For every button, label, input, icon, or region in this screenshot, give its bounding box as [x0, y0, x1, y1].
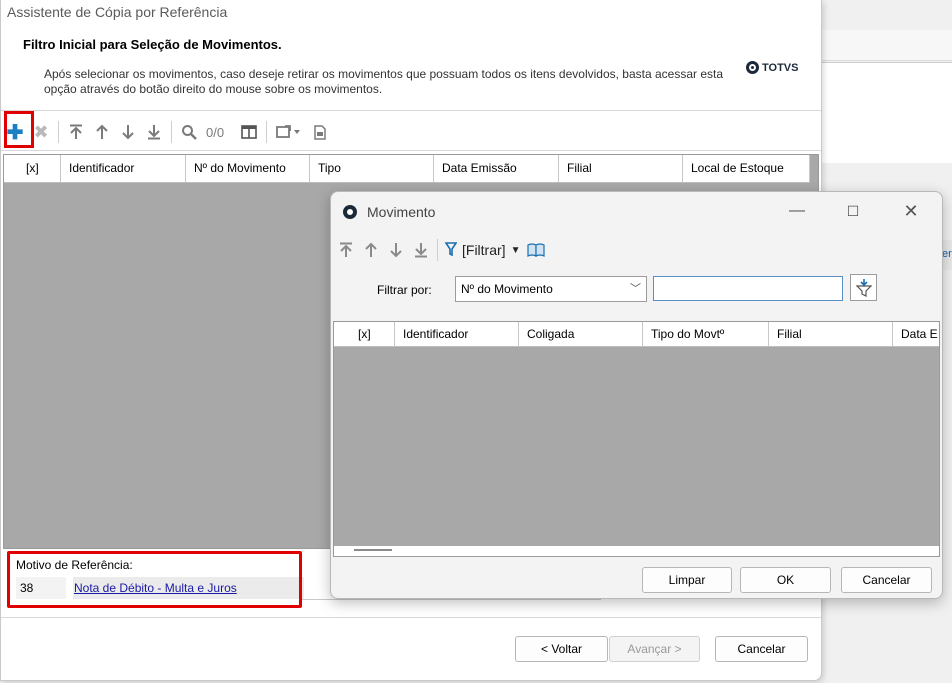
- funnel-icon: [444, 241, 458, 259]
- dialog-title: Movimento: [367, 204, 436, 220]
- move-down-icon[interactable]: [387, 240, 405, 260]
- record-counter: 0/0: [206, 124, 225, 140]
- background-panel: [820, 62, 952, 163]
- chevron-down-icon: ﹀: [630, 283, 641, 295]
- column-header[interactable]: Identificador: [61, 155, 186, 182]
- motivo-highlight-frame: [7, 551, 302, 608]
- brand-logo-icon: [746, 61, 759, 74]
- search-icon[interactable]: [180, 122, 198, 142]
- move-last-icon[interactable]: [145, 122, 163, 142]
- cancel-button[interactable]: Cancelar: [715, 636, 808, 662]
- book-icon[interactable]: [527, 240, 546, 260]
- add-highlight-frame: [4, 111, 34, 148]
- move-first-icon[interactable]: [337, 240, 355, 260]
- column-header[interactable]: Tipo do Movtº: [643, 322, 769, 346]
- background-toolbar: [820, 30, 952, 61]
- footer-divider: [1, 617, 821, 618]
- columns-icon[interactable]: [240, 122, 258, 142]
- horizontal-scrollbar[interactable]: [334, 546, 939, 556]
- column-header[interactable]: Coligada: [519, 322, 643, 346]
- move-first-icon[interactable]: [67, 122, 85, 142]
- filter-field-select[interactable]: Nº do Movimento ﹀: [455, 276, 647, 302]
- column-header[interactable]: [x]: [334, 322, 395, 346]
- column-header[interactable]: Data E: [893, 322, 939, 346]
- back-button[interactable]: < Voltar: [515, 636, 608, 662]
- column-header[interactable]: Filial: [769, 322, 893, 346]
- window-title: Assistente de Cópia por Referência: [7, 4, 228, 20]
- process-icon[interactable]: [275, 122, 303, 142]
- filter-apply-icon: [855, 279, 872, 297]
- background-partial-text: er: [942, 248, 952, 260]
- header-divider: [1, 110, 821, 111]
- toolbar-separator: [58, 121, 59, 143]
- toolbar-divider: [1, 150, 821, 151]
- apply-filter-button[interactable]: [850, 274, 877, 301]
- toolbar-separator: [171, 121, 172, 143]
- toolbar-separator: [437, 239, 438, 261]
- minimize-icon[interactable]: —: [783, 200, 811, 222]
- move-down-icon[interactable]: [119, 122, 137, 142]
- filter-button[interactable]: [Filtrar] ▼: [444, 241, 521, 259]
- brand-logo: TOTVS: [746, 61, 798, 74]
- next-button[interactable]: Avançar >: [609, 636, 700, 662]
- column-header[interactable]: [x]: [4, 155, 61, 182]
- step-description: Após selecionar os movimentos, caso dese…: [44, 67, 724, 96]
- main-toolbar: ✚ ✖ 0/0: [6, 118, 329, 146]
- brand-logo-text: TOTVS: [762, 61, 799, 74]
- scrollbar-thumb[interactable]: [354, 549, 392, 551]
- filter-button-label: [Filtrar]: [462, 242, 506, 258]
- column-header[interactable]: Local de Estoque: [683, 155, 810, 182]
- dialog-toolbar: [Filtrar] ▼: [337, 238, 546, 262]
- chevron-down-icon: ▼: [510, 244, 521, 256]
- movimento-dialog: Movimento — ☐ ✕ [Filtrar] ▼ Filtrar por:: [330, 191, 943, 599]
- filter-field-value: Nº do Movimento: [461, 282, 553, 296]
- ok-button[interactable]: OK: [740, 567, 831, 593]
- movements-grid-header: [x] Identificador Nº do Movimento Tipo D…: [4, 155, 810, 183]
- column-header[interactable]: Nº do Movimento: [186, 155, 310, 182]
- dialog-cancel-button[interactable]: Cancelar: [841, 567, 932, 593]
- move-up-icon[interactable]: [93, 122, 111, 142]
- clear-button[interactable]: Limpar: [642, 567, 732, 593]
- delete-icon[interactable]: ✖: [32, 122, 50, 142]
- close-icon[interactable]: ✕: [897, 200, 925, 222]
- dialog-movements-grid[interactable]: [x] Identificador Coligada Tipo do Movtº…: [333, 321, 940, 557]
- filter-by-label: Filtrar por:: [377, 283, 432, 297]
- column-header[interactable]: Data Emissão: [434, 155, 559, 182]
- report-icon[interactable]: [311, 122, 329, 142]
- column-header[interactable]: Filial: [559, 155, 683, 182]
- column-header[interactable]: Tipo: [310, 155, 434, 182]
- dialog-grid-header: [x] Identificador Coligada Tipo do Movtº…: [334, 322, 939, 347]
- dialog-titlebar: Movimento — ☐ ✕: [331, 192, 942, 232]
- column-header[interactable]: Identificador: [395, 322, 519, 346]
- app-logo-icon: [343, 205, 357, 219]
- move-last-icon[interactable]: [412, 240, 430, 260]
- maximize-icon[interactable]: ☐: [839, 200, 867, 222]
- step-heading: Filtro Inicial para Seleção de Movimento…: [23, 37, 282, 52]
- toolbar-separator: [266, 121, 268, 143]
- filter-value-input[interactable]: [653, 276, 843, 301]
- move-up-icon[interactable]: [362, 240, 380, 260]
